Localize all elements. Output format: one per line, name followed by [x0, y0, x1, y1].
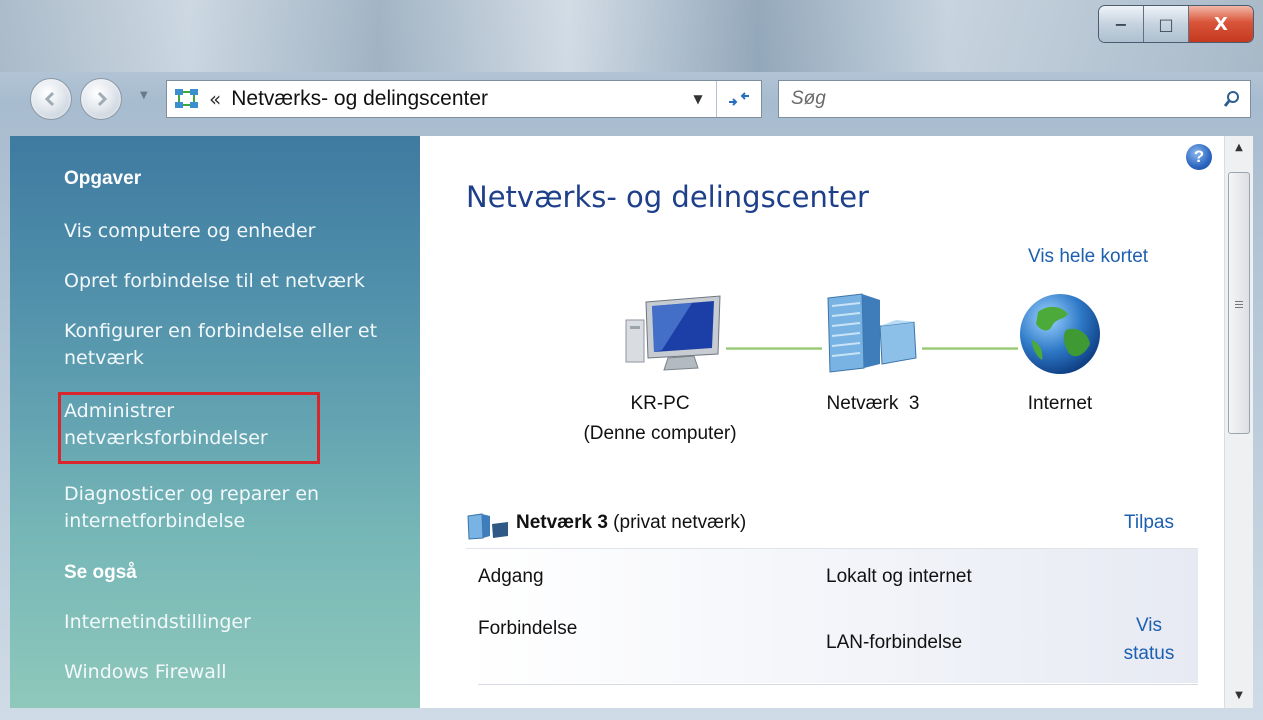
refresh-icon [729, 92, 749, 106]
caption-buttons: − □ X [1099, 6, 1253, 42]
windows-firewall-link[interactable]: Windows Firewall [64, 659, 404, 686]
recent-pages-dropdown[interactable]: ▼ [140, 90, 148, 101]
connection-value: LAN-forbindelse [826, 632, 963, 653]
navigation-bar: ▼ « Netværks- og delingscenter ▼ [0, 72, 1263, 128]
scrollbar-thumb[interactable] [1228, 172, 1250, 434]
forward-button[interactable] [80, 78, 122, 120]
scroll-down-arrow-icon[interactable]: ▼ [1225, 684, 1253, 708]
address-text[interactable]: Netværks- og delingscenter [231, 87, 680, 111]
network-label: Netværk 3 [826, 393, 920, 414]
internet-options-link[interactable]: Internetindstillinger [64, 609, 404, 636]
search-input[interactable] [789, 87, 1214, 111]
view-full-map-link[interactable]: Vis hele kortet [1028, 246, 1148, 268]
refresh-button[interactable] [716, 81, 761, 117]
scroll-up-arrow-icon[interactable]: ▲ [1225, 136, 1253, 160]
minimize-button[interactable]: − [1099, 6, 1144, 42]
connection-line [922, 347, 1018, 350]
close-button[interactable]: X [1189, 6, 1253, 42]
see-also-heading: Se også [64, 562, 137, 583]
view-status-link[interactable]: Vis status [1104, 612, 1194, 668]
network-section-header: Netværk 3 (privat netværk) Tilpas [466, 510, 1182, 540]
connection-label: Forbindelse [478, 618, 578, 639]
connection-line [726, 347, 822, 350]
vertical-scrollbar[interactable]: ▲ ▼ [1224, 136, 1253, 708]
network-center-icon [173, 87, 201, 111]
back-button[interactable] [30, 78, 72, 120]
network-name: Netværk 3 (privat netværk) [516, 512, 747, 533]
view-status-line2[interactable]: status [1104, 640, 1194, 668]
page-title: Netværks- og delingscenter [466, 180, 869, 214]
computer-name-label: KR-PC [630, 393, 690, 414]
breadcrumb-chevron[interactable]: « [209, 87, 221, 111]
chevron-down-icon[interactable]: ▼ [680, 92, 716, 106]
forward-arrow-icon [97, 91, 108, 107]
back-arrow-icon [44, 91, 55, 107]
access-value: Lokalt og internet [826, 566, 972, 587]
task-diagnose-repair-link[interactable]: Diagnosticer og reparer en internetforbi… [64, 481, 384, 535]
network-small-icon [467, 513, 508, 540]
address-bar[interactable]: « Netværks- og delingscenter ▼ [166, 80, 762, 118]
network-icon[interactable] [822, 292, 922, 378]
help-icon[interactable]: ? [1186, 144, 1212, 170]
customize-link[interactable]: Tilpas [1124, 512, 1174, 534]
tasks-heading: Opgaver [64, 168, 142, 189]
highlight-box [58, 392, 320, 464]
access-label: Adgang [478, 566, 544, 587]
task-connect-network-link[interactable]: Opret forbindelse til et netværk [64, 268, 404, 295]
search-box[interactable] [778, 80, 1251, 118]
search-icon[interactable] [1214, 81, 1250, 117]
internet-label: Internet [1027, 393, 1093, 414]
task-setup-connection-link[interactable]: Konfigurer en forbindelse eller et netvæ… [64, 318, 404, 372]
computer-icon[interactable] [622, 292, 726, 378]
maximize-button[interactable]: □ [1144, 6, 1189, 42]
task-view-computers-link[interactable]: Vis computere og enheder [64, 218, 404, 245]
title-bar [0, 0, 1263, 72]
view-status-line1[interactable]: Vis [1104, 612, 1194, 640]
globe-icon[interactable] [1018, 290, 1102, 378]
divider [478, 684, 1198, 685]
computer-sub-label: (Denne computer) [583, 423, 737, 444]
